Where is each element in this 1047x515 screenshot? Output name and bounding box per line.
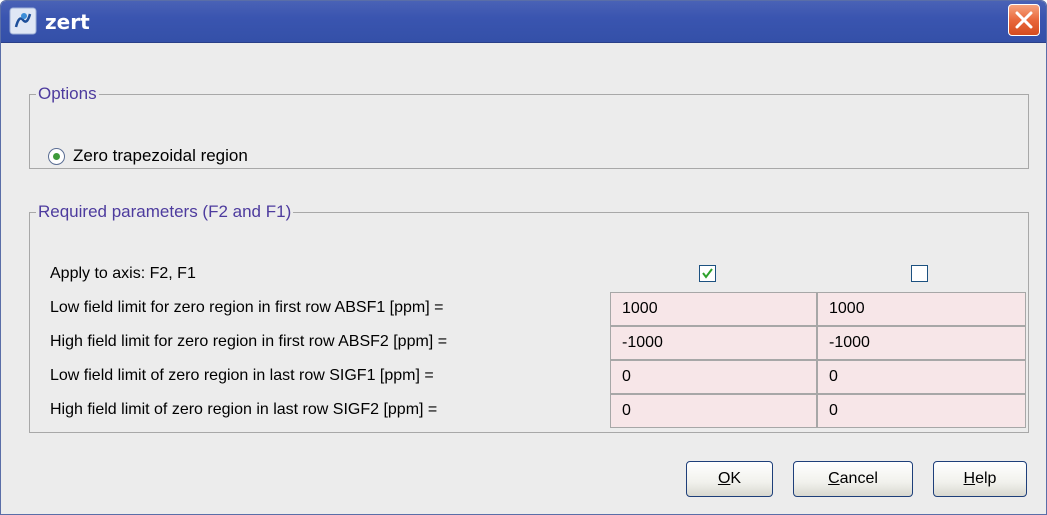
help-mnemonic: H (963, 470, 976, 487)
ok-label-rest: K (730, 470, 742, 487)
title-bar[interactable]: zert (1, 1, 1046, 43)
absf2-f1-input[interactable]: -1000 (817, 326, 1026, 360)
sigf2-f2-input[interactable]: 0 (610, 394, 817, 428)
help-label-rest: elp (975, 470, 997, 487)
options-group: Options Zero trapezoidal region (29, 84, 1029, 169)
required-legend: Required parameters (F2 and F1) (38, 202, 292, 221)
options-legend: Options (38, 84, 97, 103)
apply-f2-checkbox[interactable] (699, 265, 716, 282)
sigf1-f1-input[interactable]: 0 (817, 360, 1026, 394)
absf1-label: Low field limit for zero region in first… (50, 299, 444, 316)
sigf1-label: Low field limit of zero region in last r… (50, 367, 434, 384)
required-parameters-group: Required parameters (F2 and F1) Apply to… (29, 202, 1029, 433)
help-button[interactable]: Help (933, 461, 1027, 497)
close-button[interactable] (1008, 4, 1040, 36)
sigf2-f1-input[interactable]: 0 (817, 394, 1026, 428)
radio-button[interactable] (48, 147, 65, 165)
absf2-label: High field limit for zero region in firs… (50, 333, 448, 350)
ok-button[interactable]: OK (686, 461, 773, 497)
cancel-mnemonic: C (828, 470, 840, 487)
cancel-label-rest: ancel (839, 470, 878, 487)
cancel-button[interactable]: Cancel (793, 461, 913, 497)
absf2-f2-input[interactable]: -1000 (610, 326, 817, 360)
close-icon (1015, 11, 1033, 29)
ok-mnemonic: O (717, 470, 731, 487)
apply-axis-label: Apply to axis: F2, F1 (50, 265, 196, 282)
zert-dialog: zert Options Zero trapezoidal region Req… (0, 0, 1047, 515)
app-icon (9, 7, 37, 35)
apply-f1-checkbox[interactable] (911, 265, 928, 282)
zero-trapezoidal-option[interactable]: Zero trapezoidal region (48, 146, 248, 166)
window-title: zert (45, 10, 90, 34)
sigf2-label: High field limit of zero region in last … (50, 401, 438, 418)
radio-label: Zero trapezoidal region (73, 146, 248, 165)
sigf1-f2-input[interactable]: 0 (610, 360, 817, 394)
absf1-f1-input[interactable]: 1000 (817, 292, 1026, 326)
checkmark-icon (702, 268, 713, 279)
absf1-f2-input[interactable]: 1000 (610, 292, 817, 326)
